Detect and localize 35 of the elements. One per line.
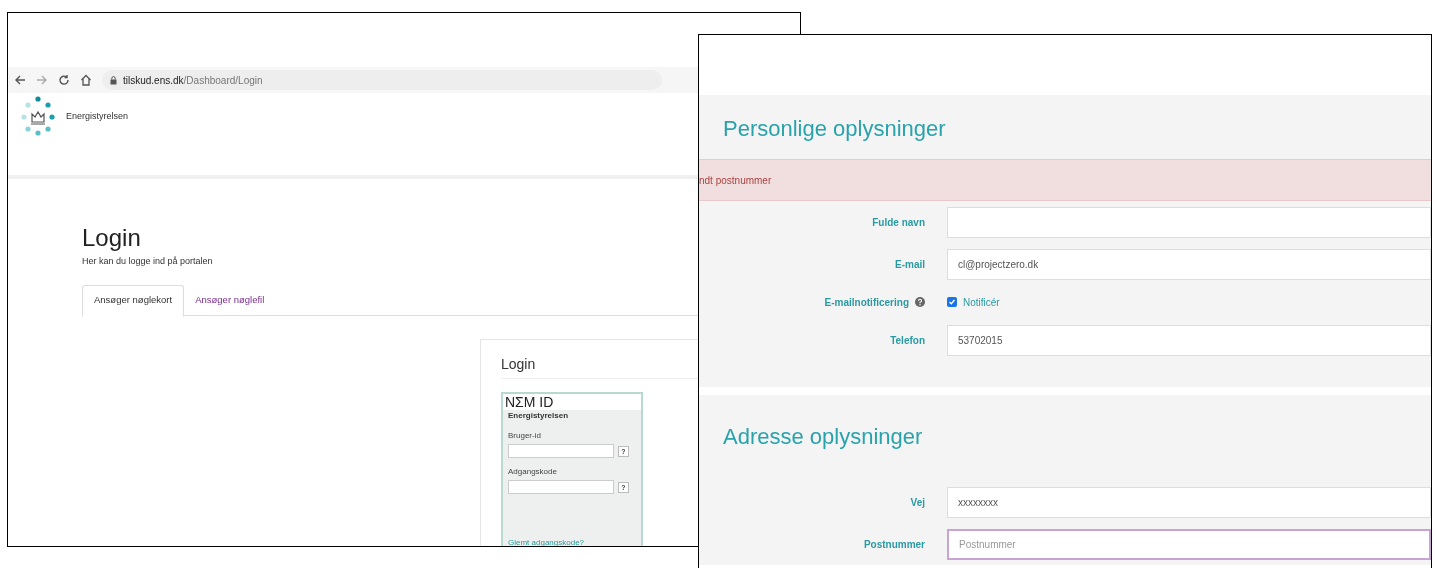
section-title: Personlige oplysninger — [722, 115, 947, 143]
home-icon[interactable] — [80, 74, 92, 86]
text-field[interactable]: xxxxxxxx — [947, 486, 1431, 518]
form-label: E-mail — [895, 257, 925, 272]
page-title: Login — [82, 223, 142, 253]
address-bar[interactable]: tilskud.ens.dk/Dashboard/Login — [102, 70, 662, 90]
nemid-logo: NΣM ID — [503, 394, 641, 410]
form-label: Fulde navn — [872, 215, 925, 230]
org-name: Energistyrelsen — [508, 410, 570, 422]
help-icon — [915, 297, 925, 307]
lock-icon — [110, 75, 117, 85]
text-field[interactable] — [947, 206, 1431, 238]
form-label: Postnummer — [863, 537, 925, 552]
form-label: E-mailnotificering — [824, 295, 909, 310]
url-text: tilskud.ens.dk/Dashboard/Login — [123, 73, 263, 88]
error-banner: ndt postnummer — [699, 159, 1431, 201]
form-label: Vej — [910, 495, 925, 510]
text-field[interactable]: 53702015 — [947, 324, 1431, 356]
back-arrow-icon[interactable] — [14, 74, 26, 86]
login-tab[interactable]: Ansøger nøglekort — [82, 284, 185, 317]
nemid-input[interactable] — [508, 444, 614, 458]
field-label: Adgangskode — [508, 466, 558, 478]
field-label: Bruger-id — [508, 430, 542, 442]
text-field[interactable]: cl@projectzero.dk — [947, 248, 1431, 280]
login-tab[interactable]: Ansøger nøglefil — [184, 284, 276, 316]
reload-icon[interactable] — [58, 74, 70, 86]
page-subtitle: Her kan du logge ind på portalen — [82, 255, 214, 268]
form-label: Telefon — [890, 333, 925, 348]
crown-logo-icon — [18, 95, 58, 137]
text-field[interactable]: Postnummer — [947, 528, 1431, 560]
checkbox-label: Notificér — [963, 295, 1000, 310]
agency-name: Energistyrelsen — [66, 110, 129, 123]
section-title: Adresse oplysninger — [722, 423, 924, 451]
nemid-input[interactable] — [508, 480, 614, 494]
notify-checkbox[interactable] — [947, 297, 957, 307]
